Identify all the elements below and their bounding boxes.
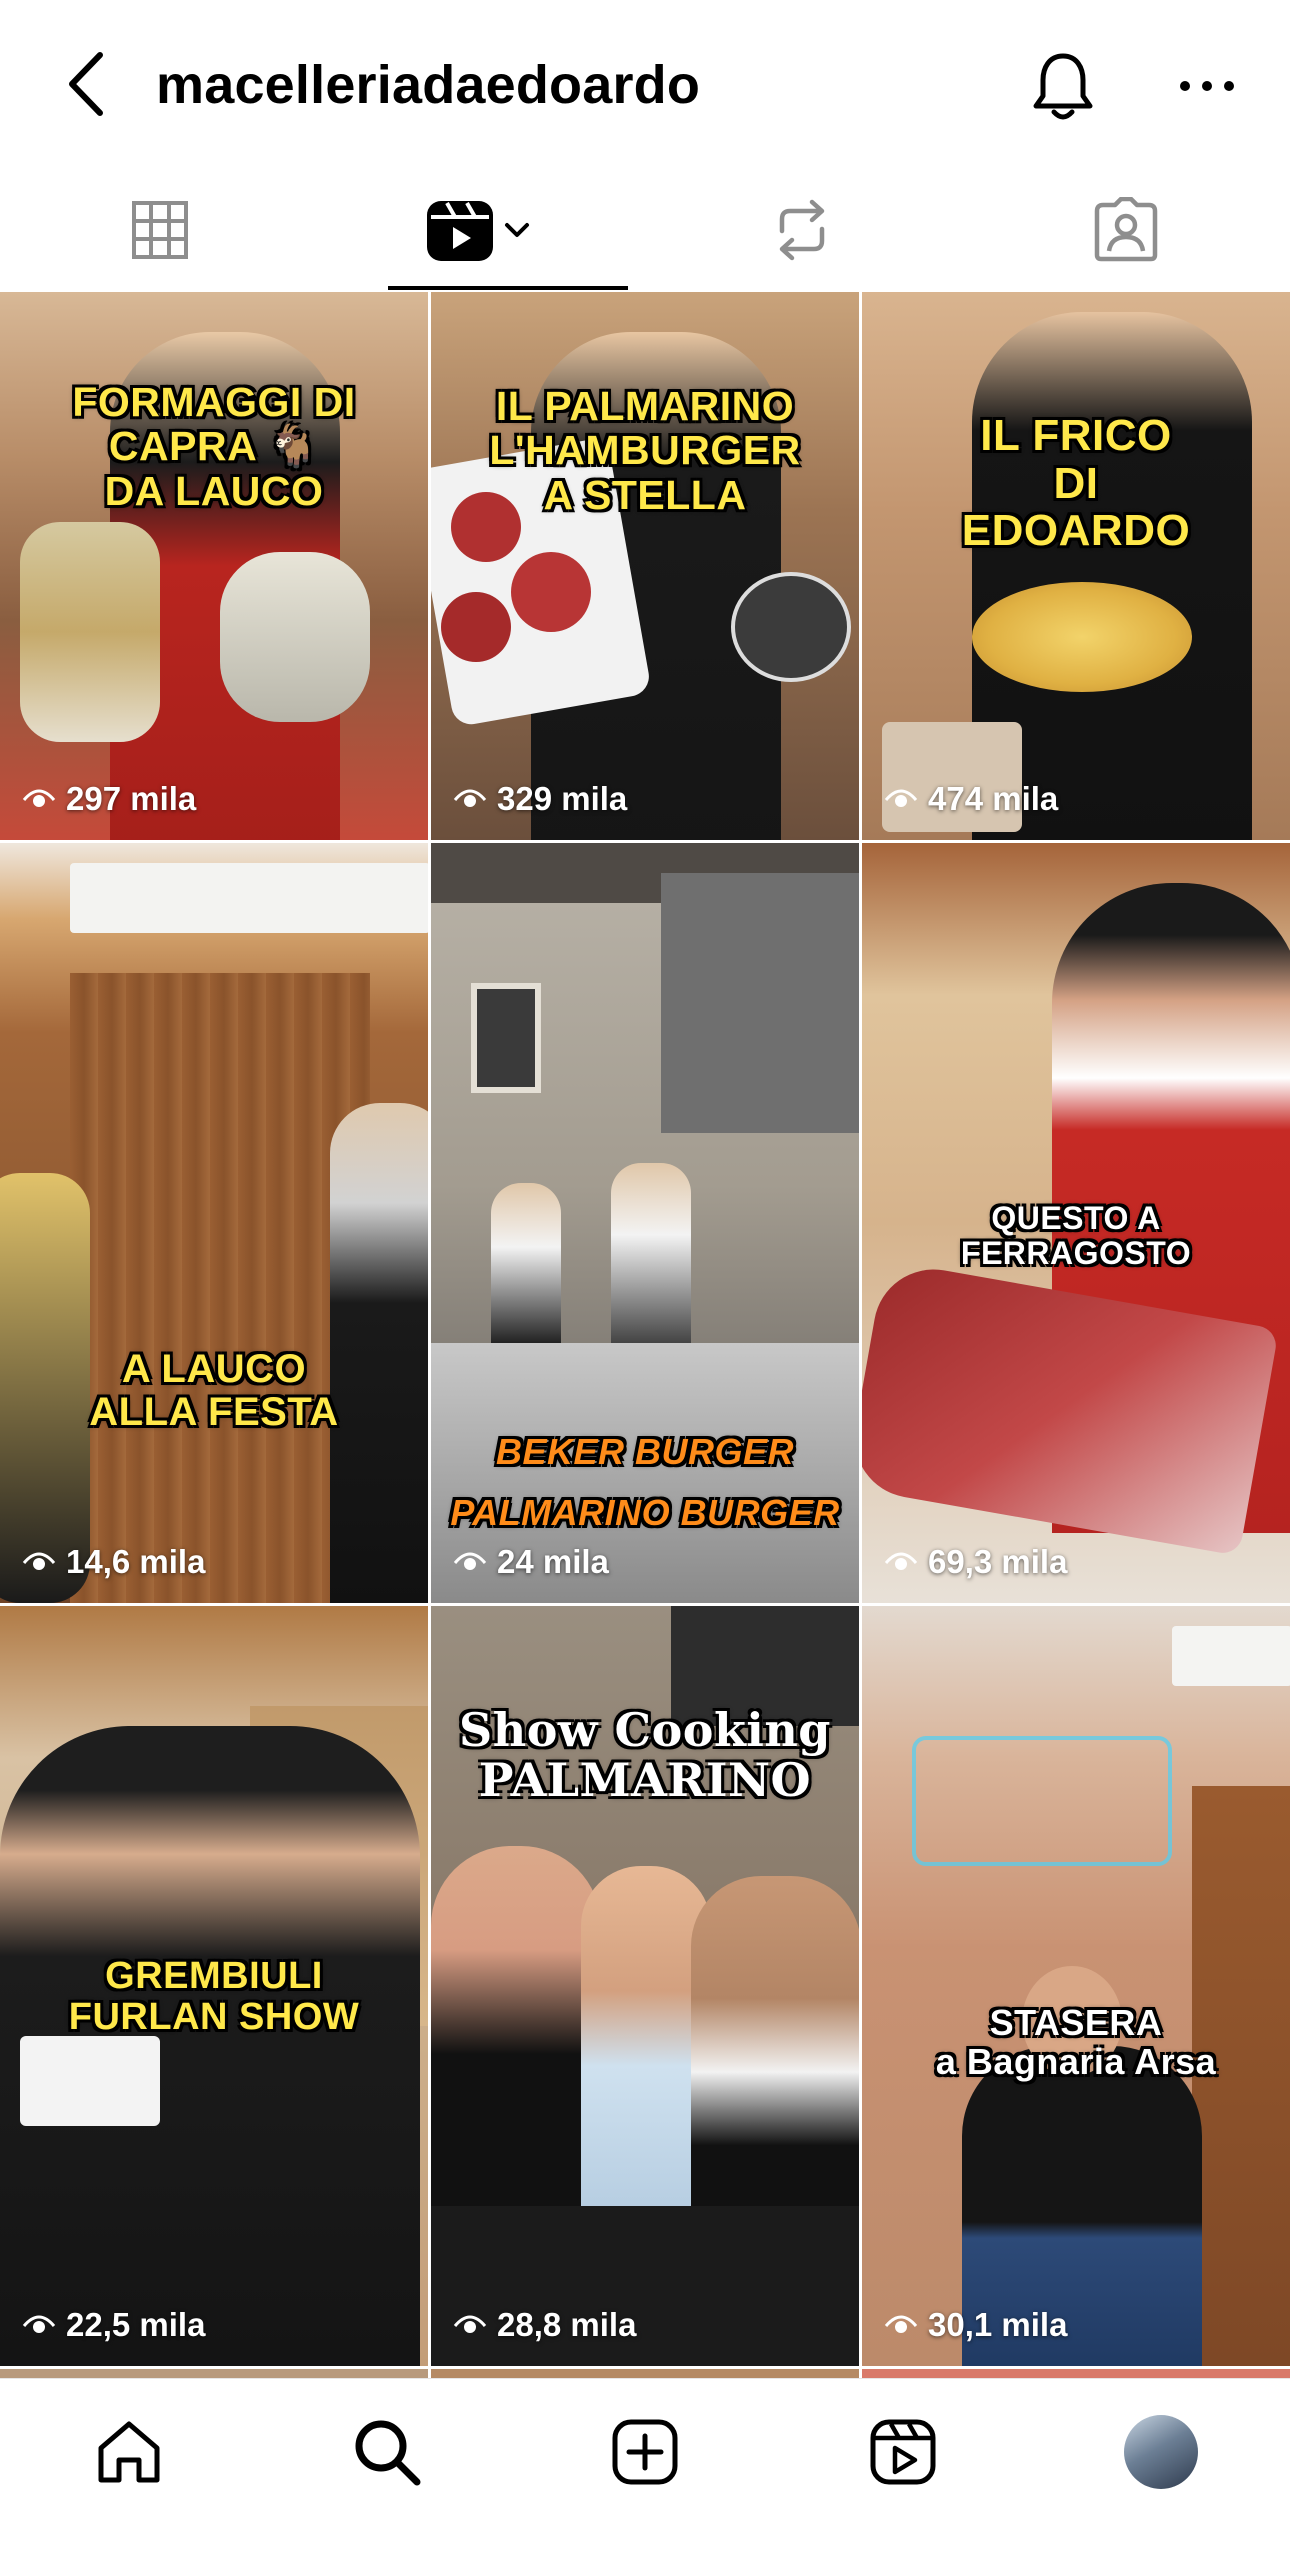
eye-icon [22, 1552, 56, 1570]
nav-profile[interactable] [1116, 2407, 1206, 2497]
bell-icon [1033, 53, 1093, 120]
reel-thumbnail[interactable]: QUESTO A FERRAGOSTO 69,3 mila [862, 843, 1290, 1603]
reel-thumbnail[interactable]: STASERA a Bagnaria Arsa 30,1 mila [862, 1606, 1290, 2366]
reel-thumbnail[interactable]: GREMBIULI FURLAN SHOW 22,5 mila [0, 1606, 428, 2366]
reel-thumbnail[interactable]: A LAUCO ALLA FESTA 14,6 mila [0, 843, 428, 1603]
reel-caption: QUESTO A FERRAGOSTO [960, 1200, 1192, 1271]
repost-icon [779, 199, 825, 261]
view-count-label: 329 mila [497, 780, 628, 817]
more-options-button[interactable] [1172, 46, 1242, 126]
bottom-navigation [0, 2378, 1290, 2574]
profile-tabs [0, 170, 1290, 290]
view-count: 329 mila [453, 780, 627, 818]
view-count: 297 mila [22, 780, 196, 818]
view-count-label: 14,6 mila [66, 1543, 206, 1580]
eye-icon [884, 789, 918, 807]
view-count-label: 28,8 mila [497, 2306, 637, 2343]
reel-caption: IL FRICO DI EDOARDO [961, 411, 1191, 556]
eye-icon [884, 1552, 918, 1570]
reels-icon [870, 2419, 936, 2485]
view-count: 14,6 mila [22, 1543, 205, 1581]
reel-caption: FORMAGGI DI CAPRA 🐐 DA LAUCO [72, 379, 356, 514]
tab-tagged[interactable] [1036, 170, 1216, 290]
view-count: 24 mila [453, 1543, 609, 1581]
view-count: 30,1 mila [884, 2306, 1067, 2344]
tab-posts-grid[interactable] [70, 170, 250, 290]
eye-icon [22, 2315, 56, 2333]
eye-icon [22, 789, 56, 807]
tagged-person-icon [1094, 197, 1158, 262]
view-count-label: 24 mila [497, 1543, 609, 1580]
eye-icon [453, 2315, 487, 2333]
reel-caption: IL PALMARINO L'HAMBURGER A STELLA [489, 383, 801, 518]
reel-caption: BEKER BURGER PALMARINO BURGER [450, 1431, 840, 1534]
profile-username: macelleriadaedoardo [156, 55, 701, 115]
profile-avatar [1124, 2415, 1198, 2489]
view-count: 69,3 mila [884, 1543, 1067, 1581]
tab-reels[interactable] [388, 170, 628, 290]
nav-home[interactable] [84, 2407, 174, 2497]
chevron-left-icon [69, 52, 103, 116]
eye-icon [453, 789, 487, 807]
view-count: 474 mila [884, 780, 1058, 818]
eye-icon [884, 2315, 918, 2333]
reel-caption: GREMBIULI FURLAN SHOW [68, 1955, 360, 2039]
view-count: 28,8 mila [453, 2306, 636, 2344]
grid-icon [132, 201, 188, 259]
view-count-label: 69,3 mila [928, 1543, 1068, 1580]
reel-thumbnail[interactable]: FORMAGGI DI CAPRA 🐐 DA LAUCO 297 mila [0, 292, 428, 840]
reel-thumbnail[interactable]: Show Cooking PALMARINO 28,8 mila [431, 1606, 859, 2366]
more-horizontal-icon [1180, 81, 1234, 91]
search-icon [355, 2420, 421, 2486]
reels-icon [427, 201, 529, 261]
notifications-button[interactable] [1028, 46, 1098, 126]
view-count-label: 297 mila [66, 780, 197, 817]
view-count: 22,5 mila [22, 2306, 205, 2344]
eye-icon [453, 1552, 487, 1570]
reel-thumbnail[interactable]: BEKER BURGER PALMARINO BURGER 24 mila [431, 843, 859, 1603]
reel-thumbnail[interactable]: IL FRICO DI EDOARDO 474 mila [862, 292, 1290, 840]
nav-create[interactable] [600, 2407, 690, 2497]
back-button[interactable] [56, 44, 116, 124]
reel-caption: A LAUCO ALLA FESTA [89, 1347, 339, 1435]
tab-reposts[interactable] [712, 170, 892, 290]
home-icon [98, 2421, 160, 2483]
nav-reels[interactable] [858, 2407, 948, 2497]
view-count-label: 30,1 mila [928, 2306, 1068, 2343]
add-post-icon [612, 2419, 678, 2485]
reel-thumbnail[interactable]: IL PALMARINO L'HAMBURGER A STELLA 329 mi… [431, 292, 859, 840]
view-count-label: 474 mila [928, 780, 1059, 817]
reel-caption: STASERA a Bagnaria Arsa [935, 2002, 1217, 2082]
nav-search[interactable] [342, 2407, 432, 2497]
view-count-label: 22,5 mila [66, 2306, 206, 2343]
profile-header: macelleriadaedoardo [0, 0, 1290, 170]
reel-caption: Show Cooking PALMARINO [459, 1703, 831, 1807]
